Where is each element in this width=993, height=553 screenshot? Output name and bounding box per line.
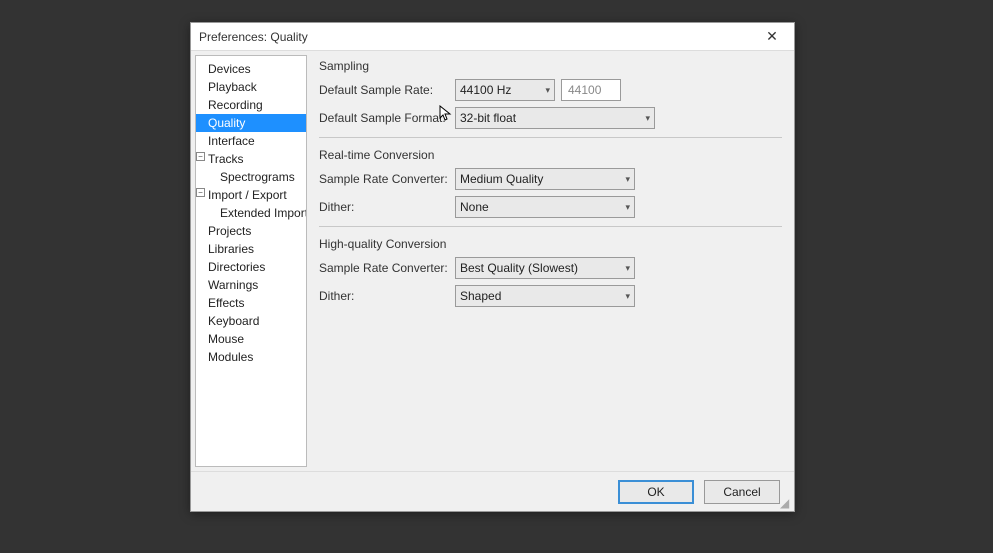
combo-default-sample-rate-value: 44100 Hz: [460, 83, 541, 97]
row-highquality-converter: Sample Rate Converter: Best Quality (Slo…: [319, 257, 782, 279]
preferences-dialog: Preferences: Quality ✕ Devices Playback Re…: [190, 22, 795, 512]
combo-highquality-dither-value: Shaped: [460, 289, 621, 303]
tree-item-label: Projects: [208, 224, 251, 238]
tree-item-label: Devices: [208, 62, 251, 76]
group-realtime: Real-time Conversion Sample Rate Convert…: [319, 148, 782, 227]
tree-expander-icon[interactable]: −: [196, 188, 205, 197]
input-custom-sample-rate-value: 44100: [568, 83, 601, 97]
tree-item-label: Extended Import: [220, 206, 307, 220]
tree-item-quality[interactable]: Quality: [196, 114, 306, 132]
chevron-down-icon: ▾: [625, 174, 630, 185]
chevron-down-icon: ▾: [645, 113, 650, 124]
combo-realtime-converter-value: Medium Quality: [460, 172, 621, 186]
chevron-down-icon: ▾: [625, 263, 630, 274]
chevron-down-icon: ▾: [545, 85, 550, 96]
tree-item-label: Import / Export: [208, 188, 287, 202]
dialog-body: Devices Playback Recording Quality Interface…: [191, 51, 794, 471]
divider: [319, 226, 782, 227]
close-button[interactable]: ✕: [758, 28, 786, 45]
tree-item-label: Keyboard: [208, 314, 259, 328]
combo-highquality-converter-value: Best Quality (Slowest): [460, 261, 621, 275]
row-realtime-converter: Sample Rate Converter: Medium Quality ▾: [319, 168, 782, 190]
row-realtime-dither: Dither: None ▾: [319, 196, 782, 218]
label-realtime-converter: Sample Rate Converter:: [319, 172, 449, 186]
combo-default-sample-format[interactable]: 32-bit float ▾: [455, 107, 655, 129]
tree-item-interface[interactable]: Interface: [196, 132, 306, 150]
window-title: Preferences: Quality: [199, 30, 758, 44]
group-highquality-title: High-quality Conversion: [319, 237, 782, 251]
tree-item-import-export[interactable]: −Import / Export: [196, 186, 306, 204]
tree-item-spectrograms[interactable]: Spectrograms: [196, 168, 306, 186]
tree-item-keyboard[interactable]: Keyboard: [196, 312, 306, 330]
row-default-sample-format: Default Sample Format: 32-bit float ▾: [319, 107, 782, 129]
tree-item-label: Tracks: [208, 152, 244, 166]
label-highquality-dither: Dither:: [319, 289, 449, 303]
tree-item-projects[interactable]: Projects: [196, 222, 306, 240]
tree-item-recording[interactable]: Recording: [196, 96, 306, 114]
combo-highquality-dither[interactable]: Shaped ▾: [455, 285, 635, 307]
ok-button[interactable]: OK: [618, 480, 694, 504]
row-highquality-dither: Dither: Shaped ▾: [319, 285, 782, 307]
tree-item-label: Recording: [208, 98, 263, 112]
label-default-sample-format: Default Sample Format:: [319, 111, 449, 125]
tree-item-warnings[interactable]: Warnings: [196, 276, 306, 294]
tree-item-mouse[interactable]: Mouse: [196, 330, 306, 348]
tree-item-libraries[interactable]: Libraries: [196, 240, 306, 258]
tree-item-label: Spectrograms: [220, 170, 295, 184]
tree-item-modules[interactable]: Modules: [196, 348, 306, 366]
category-tree[interactable]: Devices Playback Recording Quality Interface…: [195, 55, 307, 467]
divider: [319, 137, 782, 138]
tree-item-devices[interactable]: Devices: [196, 60, 306, 78]
label-highquality-converter: Sample Rate Converter:: [319, 261, 449, 275]
tree-item-label: Interface: [208, 134, 255, 148]
tree-item-label: Warnings: [208, 278, 258, 292]
group-sampling: Sampling Default Sample Rate: 44100 Hz ▾…: [319, 59, 782, 138]
titlebar: Preferences: Quality ✕: [191, 23, 794, 51]
tree-item-label: Mouse: [208, 332, 244, 346]
input-custom-sample-rate[interactable]: 44100: [561, 79, 621, 101]
label-realtime-dither: Dither:: [319, 200, 449, 214]
group-sampling-title: Sampling: [319, 59, 782, 73]
combo-default-sample-format-value: 32-bit float: [460, 111, 641, 125]
chevron-down-icon: ▾: [625, 291, 630, 302]
chevron-down-icon: ▾: [625, 202, 630, 213]
combo-realtime-converter[interactable]: Medium Quality ▾: [455, 168, 635, 190]
tree-item-directories[interactable]: Directories: [196, 258, 306, 276]
label-default-sample-rate: Default Sample Rate:: [319, 83, 449, 97]
tree-item-label: Playback: [208, 80, 257, 94]
tree-item-extended-import[interactable]: Extended Import: [196, 204, 306, 222]
tree-item-label: Libraries: [208, 242, 254, 256]
tree-item-label: Effects: [208, 296, 244, 310]
tree-item-label: Quality: [208, 116, 245, 130]
dialog-footer: OK Cancel: [191, 471, 794, 511]
combo-default-sample-rate[interactable]: 44100 Hz ▾: [455, 79, 555, 101]
cancel-button[interactable]: Cancel: [704, 480, 780, 504]
tree-item-tracks[interactable]: −Tracks: [196, 150, 306, 168]
tree-expander-icon[interactable]: −: [196, 152, 205, 161]
group-highquality: High-quality Conversion Sample Rate Conv…: [319, 237, 782, 307]
tree-item-playback[interactable]: Playback: [196, 78, 306, 96]
row-default-sample-rate: Default Sample Rate: 44100 Hz ▾ 44100: [319, 79, 782, 101]
combo-realtime-dither-value: None: [460, 200, 621, 214]
combo-realtime-dither[interactable]: None ▾: [455, 196, 635, 218]
tree-item-label: Directories: [208, 260, 265, 274]
combo-highquality-converter[interactable]: Best Quality (Slowest) ▾: [455, 257, 635, 279]
settings-panel: Sampling Default Sample Rate: 44100 Hz ▾…: [311, 55, 790, 467]
tree-item-label: Modules: [208, 350, 253, 364]
group-realtime-title: Real-time Conversion: [319, 148, 782, 162]
tree-item-effects[interactable]: Effects: [196, 294, 306, 312]
